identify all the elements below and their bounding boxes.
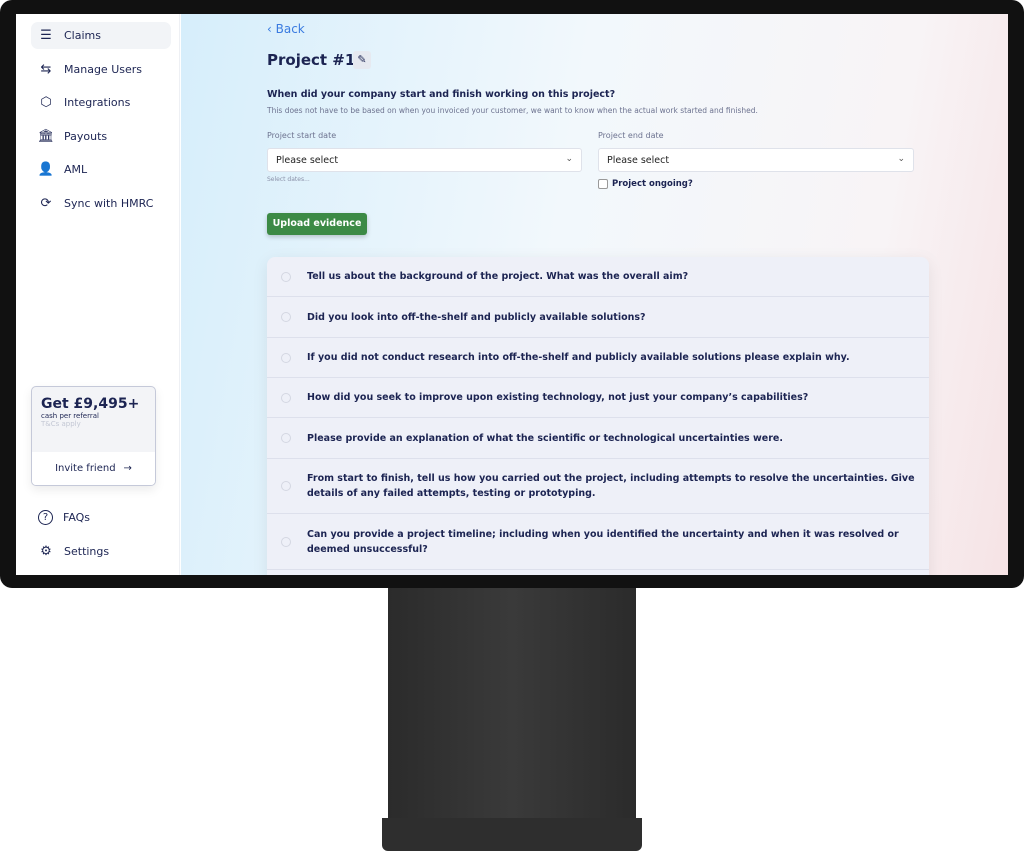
referral-terms[interactable]: T&Cs apply: [41, 420, 155, 428]
list-item[interactable]: Did you look into off-the-shelf and publ…: [267, 297, 929, 338]
question-text: Please provide an explanation of what th…: [307, 432, 783, 444]
sidebar-item-payouts[interactable]: 🏛 Payouts: [31, 123, 171, 150]
sidebar-item-integrations[interactable]: ⬡ Integrations: [31, 89, 171, 116]
question-text: If you did not conduct research into off…: [307, 352, 850, 363]
gear-icon: ⚙: [40, 544, 52, 559]
status-circle-icon: [281, 481, 291, 491]
sidebar-item-faqs[interactable]: ? FAQs: [31, 504, 171, 531]
status-circle-icon: [281, 271, 291, 282]
edit-icon[interactable]: ✎: [353, 51, 371, 69]
back-link[interactable]: ‹ Back: [267, 22, 305, 36]
chevron-down-icon: ⌄: [897, 154, 905, 164]
status-circle-icon: [281, 536, 291, 547]
question-text: Did you look into off-the-shelf and publ…: [307, 311, 646, 323]
sidebar-item-label: Integrations: [64, 96, 131, 109]
referral-card: Get £9,495+ cash per referral T&Cs apply…: [31, 386, 156, 486]
end-date-value: Please select: [607, 155, 670, 166]
upload-evidence-button[interactable]: Upload evidence: [267, 213, 367, 235]
claims-icon: ☰: [40, 28, 52, 43]
sidebar-item-label: Settings: [64, 545, 110, 558]
sidebar-item-label: AML: [64, 163, 88, 176]
sync-icon: ⟳: [40, 196, 52, 211]
sidebar-item-manage-users[interactable]: ⇆ Manage Users: [31, 56, 171, 83]
sidebar-item-label: Sync with HMRC: [64, 197, 154, 210]
list-item[interactable]: If you did not conduct research into off…: [267, 338, 929, 378]
sidebar: ☰ Claims ⇆ Manage Users ⬡ Integrations 🏛 Pay…: [16, 14, 180, 575]
project-ongoing-toggle[interactable]: Project ongoing?: [598, 179, 693, 189]
page-title: Project #1: [267, 51, 356, 69]
monitor-stand: [388, 588, 636, 820]
sidebar-item-settings[interactable]: ⚙ Settings: [31, 538, 171, 565]
project-ongoing-checkbox[interactable]: [598, 179, 608, 189]
project-ongoing-label: Project ongoing?: [612, 179, 693, 189]
status-circle-icon: [281, 392, 291, 403]
start-date-hint: Select dates...: [267, 176, 310, 183]
referral-subtitle: cash per referral: [41, 412, 99, 420]
sidebar-item-label: Payouts: [64, 130, 108, 143]
list-item[interactable]: From start to finish, tell us how you ca…: [267, 459, 929, 514]
invite-friend-button[interactable]: Invite friend →: [32, 452, 155, 485]
list-item[interactable]: Can you provide a project timeline; incl…: [267, 514, 929, 570]
question-text: From start to finish, tell us how you ca…: [307, 473, 915, 499]
arrows-swap-icon: ⇆: [40, 62, 52, 77]
list-item[interactable]: Tell us about the background of the proj…: [267, 257, 929, 297]
status-circle-icon: [281, 312, 291, 322]
dates-question-subtitle: This does not have to be based on when y…: [267, 106, 758, 115]
referral-amount: Get £9,495+: [41, 396, 140, 412]
person-scan-icon: 👤: [37, 162, 55, 177]
question-text: Tell us about the background of the proj…: [307, 271, 689, 282]
sidebar-item-aml[interactable]: 👤 AML: [31, 156, 171, 183]
bank-icon: 🏛: [37, 129, 55, 144]
monitor-base: [382, 818, 642, 851]
start-date-label: Project start date: [267, 131, 337, 140]
cube-icon: ⬡: [40, 95, 52, 110]
screen: ☰ Claims ⇆ Manage Users ⬡ Integrations 🏛 Pay…: [16, 14, 1008, 575]
arrow-right-icon: →: [123, 463, 132, 474]
sidebar-item-sync-hmrc[interactable]: ⟳ Sync with HMRC: [31, 190, 171, 217]
end-date-select[interactable]: Please select ⌄: [598, 148, 914, 172]
end-date-label: Project end date: [598, 131, 664, 140]
sidebar-item-label: Claims: [64, 29, 101, 42]
invite-label: Invite friend: [55, 463, 116, 474]
start-date-value: Please select: [276, 155, 339, 166]
questions-list: Tell us about the background of the proj…: [267, 257, 929, 575]
start-date-select[interactable]: Please select ⌄: [267, 148, 582, 172]
dates-question: When did your company start and finish w…: [267, 89, 616, 100]
sidebar-item-label: Manage Users: [64, 63, 142, 76]
list-item[interactable]: Please provide an explanation of what th…: [267, 418, 929, 459]
question-icon: ?: [38, 510, 53, 525]
status-circle-icon: [281, 433, 291, 443]
question-text: How did you seek to improve upon existin…: [307, 392, 809, 403]
chevron-down-icon: ⌄: [565, 154, 573, 164]
sidebar-item-claims[interactable]: ☰ Claims: [31, 22, 171, 49]
list-item[interactable]: How did you seek to improve upon existin…: [267, 378, 929, 418]
main-content: ‹ Back Project #1 ✎ When did your compan…: [181, 14, 1008, 575]
question-text: Can you provide a project timeline; incl…: [307, 528, 899, 555]
sidebar-item-label: FAQs: [63, 511, 91, 524]
status-circle-icon: [281, 352, 291, 363]
